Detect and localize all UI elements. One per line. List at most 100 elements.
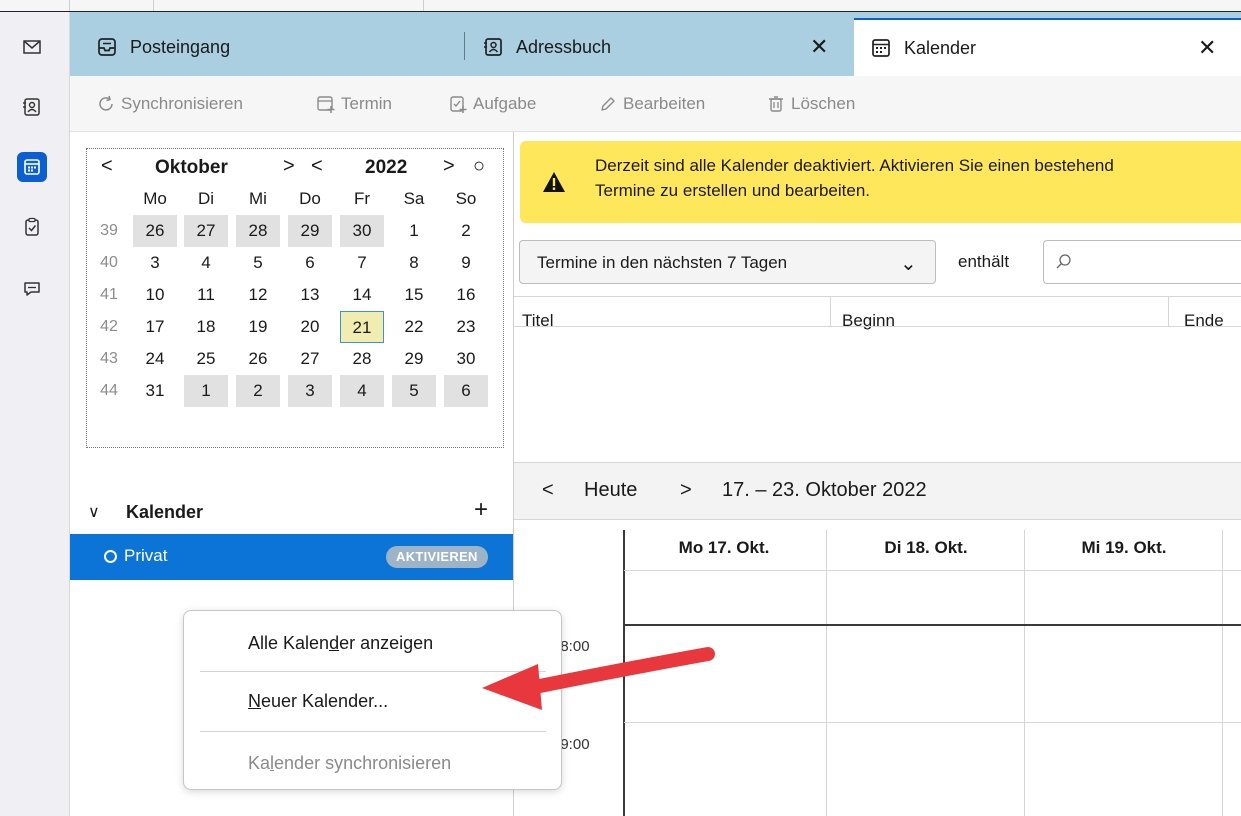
tab-addressbook[interactable]: Adressbuch ✕ xyxy=(482,18,850,76)
addressbook-icon xyxy=(484,38,502,56)
today-button[interactable]: Heute xyxy=(584,479,637,502)
day-cell[interactable]: 4 xyxy=(184,247,228,279)
day-cell[interactable]: 2 xyxy=(444,215,488,247)
day-cell[interactable]: 29 xyxy=(392,343,436,375)
chevron-down-icon[interactable]: ∨ xyxy=(88,502,100,522)
day-cell[interactable]: 24 xyxy=(133,343,177,375)
next-year-button[interactable]: > xyxy=(443,155,455,178)
day-cell[interactable]: 11 xyxy=(184,279,228,311)
weekday-label: So xyxy=(455,189,477,208)
sync-icon xyxy=(99,95,113,111)
day-cell[interactable]: 29 xyxy=(288,215,332,247)
close-icon[interactable]: ✕ xyxy=(1198,35,1216,61)
tab-inbox[interactable]: Posteingang xyxy=(96,18,456,76)
day-cell[interactable]: 3 xyxy=(288,375,332,407)
day-cell[interactable]: 28 xyxy=(340,343,384,375)
event-filter-select[interactable]: Termine in den nächsten 7 Tagen ⌄ xyxy=(519,240,936,284)
prev-year-button[interactable]: < xyxy=(311,155,323,178)
calendar-list-item[interactable]: Privat AKTIVIEREN xyxy=(70,534,513,580)
day-cell[interactable]: 15 xyxy=(392,279,436,311)
close-icon[interactable]: ✕ xyxy=(810,34,828,60)
day-cell[interactable]: 27 xyxy=(288,343,332,375)
activate-badge[interactable]: AKTIVIEREN xyxy=(386,546,488,568)
day-cell[interactable]: 14 xyxy=(340,279,384,311)
event-search-box[interactable] xyxy=(1043,240,1241,284)
day-cell[interactable]: 6 xyxy=(444,375,488,407)
day-cell[interactable]: 25 xyxy=(184,343,228,375)
day-cell[interactable]: 19 xyxy=(236,311,280,343)
new-task-button[interactable]: Aufgabe xyxy=(448,90,536,118)
new-calendar-menu-item[interactable]: Neuer Kalender... xyxy=(248,691,388,712)
day-cell[interactable]: 26 xyxy=(133,215,177,247)
delete-button[interactable]: Löschen xyxy=(766,90,855,118)
new-event-button[interactable]: Termin xyxy=(316,90,392,118)
day-cell[interactable]: 16 xyxy=(444,279,488,311)
warning-icon xyxy=(543,172,565,192)
event-filter-value: Termine in den nächsten 7 Tagen xyxy=(537,253,788,272)
month-label: Oktober xyxy=(155,157,228,178)
day-cell[interactable]: 17 xyxy=(133,311,177,343)
next-month-button[interactable]: > xyxy=(283,155,295,178)
day-cell[interactable]: 9 xyxy=(444,247,488,279)
calendar-status-circle-icon xyxy=(104,550,117,563)
day-cell[interactable]: 23 xyxy=(444,311,488,343)
tasks-space-button[interactable] xyxy=(17,212,47,242)
calendar-toolbar: Synchronisieren Termin Aufgabe Bearbeite… xyxy=(70,76,1241,132)
weekday-label: Sa xyxy=(403,189,425,208)
day-cell[interactable]: 8 xyxy=(392,247,436,279)
day-cell[interactable]: 4 xyxy=(340,375,384,407)
sync-calendars-menu-item[interactable]: Kalender synchronisieren xyxy=(248,753,451,774)
search-input[interactable] xyxy=(1080,249,1230,275)
tab-calendar[interactable]: Kalender ✕ xyxy=(854,18,1241,76)
trash-icon xyxy=(769,96,783,112)
day-header[interactable]: Di 18. Okt. xyxy=(826,538,1026,558)
today-button[interactable]: ○ xyxy=(473,155,485,178)
pencil-icon xyxy=(601,97,615,111)
week-number: 42 xyxy=(100,318,118,335)
chat-space-button[interactable] xyxy=(17,274,47,304)
next-week-button[interactable]: > xyxy=(680,479,692,502)
day-cell[interactable]: 5 xyxy=(392,375,436,407)
calendar-space-button[interactable] xyxy=(17,152,47,182)
day-cell[interactable]: 27 xyxy=(184,215,228,247)
sync-button[interactable]: Synchronisieren xyxy=(96,90,243,118)
addressbook-space-button[interactable] xyxy=(17,92,47,122)
add-calendar-button[interactable]: + xyxy=(474,496,488,524)
day-cell[interactable]: 1 xyxy=(184,375,228,407)
edit-button[interactable]: Bearbeiten xyxy=(598,90,705,118)
week-number: 43 xyxy=(100,350,118,367)
selected-day-cell[interactable]: 21 xyxy=(340,311,384,343)
day-cell[interactable]: 5 xyxy=(236,247,280,279)
day-cell[interactable]: 12 xyxy=(236,279,280,311)
day-cell[interactable]: 20 xyxy=(288,311,332,343)
column-separator xyxy=(830,297,831,327)
week-row: 43 24 25 26 27 28 29 30 xyxy=(87,343,505,375)
day-cell[interactable]: 2 xyxy=(236,375,280,407)
day-cell[interactable]: 18 xyxy=(184,311,228,343)
day-cell[interactable]: 26 xyxy=(236,343,280,375)
day-column-border xyxy=(1222,530,1223,816)
day-cell[interactable]: 7 xyxy=(340,247,384,279)
day-cell[interactable]: 13 xyxy=(288,279,332,311)
menu-label-part: Alle Kalen xyxy=(248,633,330,653)
week-row: 41 10 11 12 13 14 15 16 xyxy=(87,279,505,311)
search-icon xyxy=(1056,254,1071,269)
day-cell[interactable]: 1 xyxy=(392,215,436,247)
day-cell[interactable]: 28 xyxy=(236,215,280,247)
day-cell[interactable]: 10 xyxy=(133,279,177,311)
day-cell[interactable]: 6 xyxy=(288,247,332,279)
day-cell[interactable]: 30 xyxy=(340,215,384,247)
day-header[interactable]: Mi 19. Okt. xyxy=(1024,538,1224,558)
weekday-label: Mo xyxy=(143,189,167,208)
day-header[interactable]: Mo 17. Okt. xyxy=(624,538,824,558)
day-cell[interactable]: 3 xyxy=(133,247,177,279)
weekday-label: Do xyxy=(299,189,321,208)
mail-space-button[interactable] xyxy=(17,32,47,62)
inbox-icon xyxy=(98,38,116,56)
day-cell[interactable]: 30 xyxy=(444,343,488,375)
prev-month-button[interactable]: < xyxy=(101,155,113,178)
previous-week-button[interactable]: < xyxy=(542,479,554,502)
show-all-calendars-menu-item[interactable]: Alle Kalender anzeigen xyxy=(248,633,433,654)
day-cell[interactable]: 31 xyxy=(133,375,177,407)
day-cell[interactable]: 22 xyxy=(392,311,436,343)
